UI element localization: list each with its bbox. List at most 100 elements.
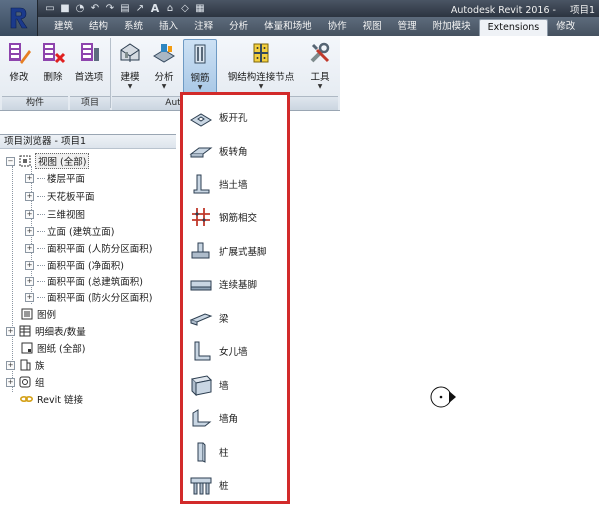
expand-toggle[interactable]: + xyxy=(25,191,34,201)
tree-item-3d-views[interactable]: + 三维视图 xyxy=(25,207,85,221)
tree-item-label: Revit 链接 xyxy=(37,395,84,406)
expand-toggle[interactable]: + xyxy=(6,377,15,387)
redo-icon[interactable]: ↷ xyxy=(104,3,116,15)
tree-item-elevations[interactable]: + 立面 (建筑立面) xyxy=(25,224,114,238)
tab-structure[interactable]: 结构 xyxy=(81,19,116,36)
expand-toggle[interactable]: + xyxy=(25,209,34,219)
tag-icon[interactable]: ◇ xyxy=(179,3,191,15)
sync-icon[interactable]: ◔ xyxy=(74,3,86,15)
tree-item-label: 面积平面 (总建筑面积) xyxy=(47,277,143,288)
text-A-icon[interactable]: A xyxy=(149,2,161,15)
tab-annotate[interactable]: 注释 xyxy=(186,19,221,36)
model-label: 建模 xyxy=(120,72,140,83)
menu-item-label: 柱 xyxy=(219,448,229,459)
tab-collaborate[interactable]: 协作 xyxy=(320,19,355,36)
tree-item-floor-plans[interactable]: + 楼层平面 xyxy=(25,171,85,185)
analysis-button[interactable]: 分析 ▼ xyxy=(148,39,180,95)
expand-toggle[interactable]: + xyxy=(25,226,34,236)
rebar-intersection-icon xyxy=(189,206,213,228)
panel-component: 构件 xyxy=(2,96,68,110)
expand-toggle[interactable]: + xyxy=(25,173,34,183)
menu-item-retaining-wall[interactable]: 挡土墙 xyxy=(189,172,248,196)
tree-item-revit-links[interactable]: Revit 链接 xyxy=(20,392,83,406)
application-menu-button[interactable] xyxy=(0,0,38,36)
menu-item-wall-corner[interactable]: 墙角 xyxy=(189,406,238,430)
schedule-icon xyxy=(18,325,31,337)
menu-item-slab-opening[interactable]: 板开孔 xyxy=(189,105,248,129)
menu-item-parapet[interactable]: 女儿墙 xyxy=(189,339,248,363)
delete-button[interactable]: 删除 xyxy=(38,39,68,95)
delete-label: 删除 xyxy=(43,72,63,83)
save-icon[interactable]: ■ xyxy=(59,3,71,15)
tree-item-label: 明细表/数量 xyxy=(35,327,86,338)
tree-item-area-plan-gross[interactable]: + 面积平面 (总建筑面积) xyxy=(25,274,143,288)
tree-item-legends[interactable]: 图例 xyxy=(20,307,56,321)
expand-toggle[interactable]: + xyxy=(25,260,34,270)
tree-item-schedules[interactable]: + 明细表/数量 xyxy=(6,324,86,338)
tree-item-label: 面积平面 (防火分区面积) xyxy=(47,293,153,304)
tab-massing-site[interactable]: 体量和场地 xyxy=(256,19,320,36)
tree-item-label: 立面 (建筑立面) xyxy=(47,227,115,238)
tab-add-ins[interactable]: 附加模块 xyxy=(425,19,479,36)
expand-toggle[interactable]: + xyxy=(6,326,15,336)
tab-analyze[interactable]: 分析 xyxy=(221,19,256,36)
steel-connection-button[interactable]: 钢结构连接节点 ▼ xyxy=(222,39,300,95)
tab-insert[interactable]: 插入 xyxy=(151,19,186,36)
ribbon-empty-area xyxy=(340,36,599,111)
modify-icon xyxy=(4,39,34,67)
tree-item-label: 视图 (全部) xyxy=(35,153,90,169)
collapse-toggle[interactable]: − xyxy=(6,156,15,166)
project-title: 项目1 xyxy=(569,5,595,16)
panel-project: 项目 xyxy=(70,96,110,110)
print-icon[interactable]: ▤ xyxy=(119,3,131,15)
menu-item-continuous-footing[interactable]: 连续基脚 xyxy=(189,272,257,296)
model-button[interactable]: 建模 ▼ xyxy=(114,39,146,95)
menu-item-wall[interactable]: 墙 xyxy=(189,373,229,397)
modify-button[interactable]: 修改 xyxy=(4,39,34,95)
tree-connector xyxy=(37,264,45,266)
undo-icon[interactable]: ↶ xyxy=(89,3,101,15)
tree-item-area-plan-fire[interactable]: + 面积平面 (防火分区面积) xyxy=(25,290,152,304)
tree-item-ceiling-plans[interactable]: + 天花板平面 xyxy=(25,189,95,203)
tab-architecture[interactable]: 建筑 xyxy=(46,19,81,36)
retaining-wall-icon xyxy=(189,173,213,195)
tab-view[interactable]: 视图 xyxy=(355,19,390,36)
analysis-label: 分析 xyxy=(154,72,174,83)
tab-extensions[interactable]: Extensions xyxy=(478,19,549,36)
expand-toggle[interactable]: + xyxy=(25,276,34,286)
view-icon[interactable]: ⌂ xyxy=(164,3,176,15)
project-browser-header: 项目浏览器 - 项目1 xyxy=(0,134,176,149)
folder-open-icon[interactable]: ▭ xyxy=(44,3,56,15)
rebar-button[interactable]: 钢筋 ▼ xyxy=(183,39,217,95)
menu-item-beam[interactable]: 梁 xyxy=(189,306,229,330)
menu-item-label: 板开孔 xyxy=(219,113,248,124)
menu-item-slab-corner[interactable]: 板转角 xyxy=(189,139,248,163)
steel-connection-dropdown-arrow: ▼ xyxy=(258,83,264,90)
menu-item-rebar-intersection[interactable]: 钢筋相交 xyxy=(189,205,257,229)
expand-toggle[interactable]: + xyxy=(25,243,34,253)
menu-item-column[interactable]: 柱 xyxy=(189,440,229,464)
analysis-dropdown-arrow: ▼ xyxy=(161,83,167,90)
measure-icon[interactable]: ↗ xyxy=(134,3,146,15)
tab-systems[interactable]: 系统 xyxy=(116,19,151,36)
tools-button[interactable]: 工具 ▼ xyxy=(304,39,336,95)
tree-connector xyxy=(37,280,45,282)
menu-item-spread-footing[interactable]: 扩展式基脚 xyxy=(189,239,267,263)
tree-item-area-plan-net[interactable]: + 面积平面 (净面积) xyxy=(25,258,124,272)
tree-item-groups[interactable]: + 组 xyxy=(6,375,45,389)
expand-toggle[interactable]: + xyxy=(25,292,34,302)
menu-item-pile[interactable]: 桩 xyxy=(189,473,229,497)
tree-item-area-plan-civil-defense[interactable]: + 面积平面 (人防分区面积) xyxy=(25,241,152,255)
tab-manage[interactable]: 管理 xyxy=(390,19,425,36)
tree-item-families[interactable]: + 族 xyxy=(6,358,45,372)
tree-item-sheets[interactable]: 图纸 (全部) xyxy=(20,341,85,355)
preferences-button[interactable]: 首选项 xyxy=(72,39,106,95)
expand-toggle[interactable]: + xyxy=(6,360,15,370)
legend-icon xyxy=(20,308,33,320)
tree-item-label: 天花板平面 xyxy=(47,192,95,203)
tab-modify[interactable]: 修改 xyxy=(548,19,583,36)
tree-item-views-all[interactable]: − 视图 (全部) xyxy=(6,153,90,169)
menu-item-label: 墙角 xyxy=(219,414,239,425)
rebar-dropdown-menu: 板开孔 板转角 挡土墙 钢筋相交 扩展式基脚 连续基脚 梁 女儿墙 墙 墙角 柱… xyxy=(180,92,290,504)
switch-windows-icon[interactable]: ▦ xyxy=(194,3,206,15)
